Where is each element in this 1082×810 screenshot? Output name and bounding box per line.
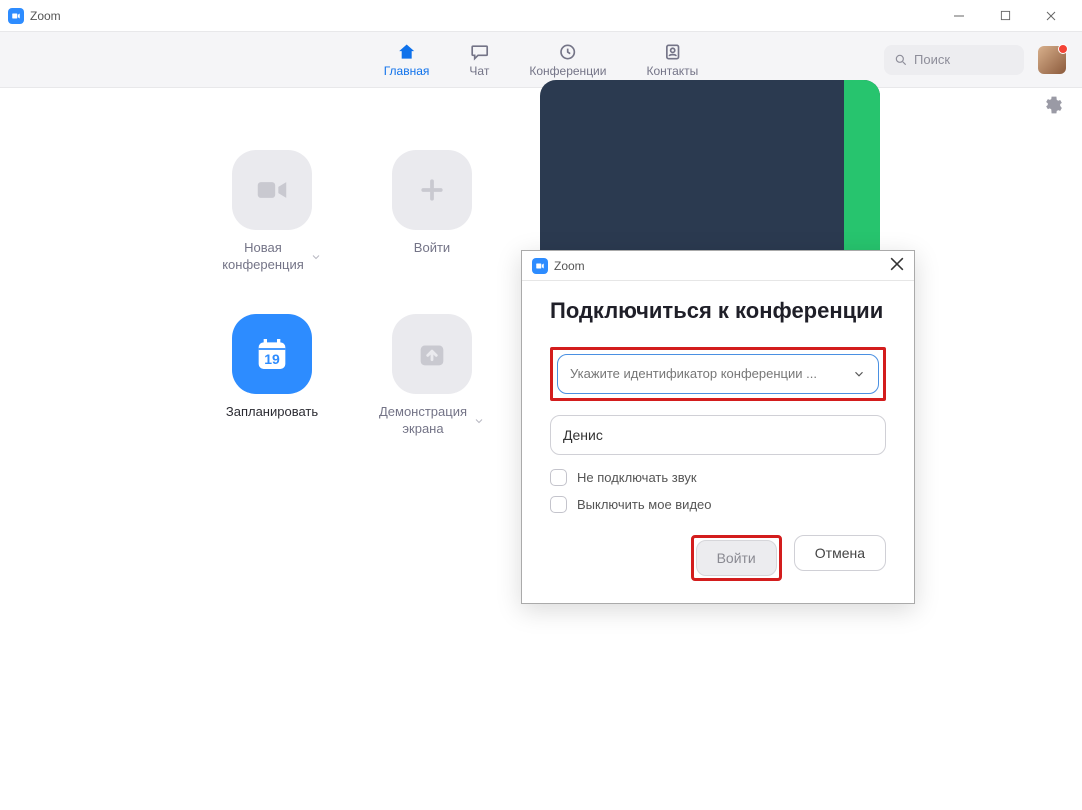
nav-chat-label: Чат — [469, 64, 489, 78]
search-placeholder: Поиск — [914, 52, 950, 67]
avatar[interactable] — [1038, 46, 1066, 74]
window-controls — [936, 0, 1074, 32]
join-button-label: Войти — [717, 550, 756, 566]
close-button[interactable] — [1028, 0, 1074, 32]
tile-new-meeting-label: Новая конференция — [222, 240, 304, 274]
dialog-title: Zoom — [554, 259, 585, 273]
meeting-id-highlight: Укажите идентификатор конференции ... — [550, 347, 886, 401]
audio-checkbox-row[interactable]: Не подключать звук — [550, 469, 886, 486]
join-dialog: Zoom Подключиться к конференции Укажите … — [521, 250, 915, 604]
share-icon — [392, 314, 472, 394]
checkbox-icon — [550, 469, 567, 486]
calendar-day: 19 — [264, 351, 280, 367]
tile-join[interactable]: Войти — [352, 150, 512, 274]
video-checkbox-row[interactable]: Выключить мое видео — [550, 496, 886, 513]
video-checkbox-label: Выключить мое видео — [577, 497, 712, 512]
nav-chat[interactable]: Чат — [469, 42, 489, 78]
clock-icon — [558, 42, 578, 62]
titlebar-left: Zoom — [8, 8, 61, 24]
name-field-wrap — [550, 415, 886, 455]
nav-home[interactable]: Главная — [384, 42, 430, 78]
dialog-close-button[interactable] — [890, 257, 904, 274]
nav-contacts-label: Контакты — [646, 64, 698, 78]
action-tiles: Новая конференция Войти 19 Запланировать… — [192, 150, 512, 438]
close-icon — [890, 257, 904, 271]
name-input[interactable] — [550, 415, 886, 455]
top-nav: Главная Чат Конференции Контакты Поиск — [0, 32, 1082, 88]
gear-icon[interactable] — [1044, 95, 1064, 115]
tile-schedule-label: Запланировать — [226, 404, 318, 421]
zoom-logo-icon — [8, 8, 24, 24]
nav-contacts[interactable]: Контакты — [646, 42, 698, 78]
tile-join-label: Войти — [414, 240, 450, 257]
dialog-body: Подключиться к конференции Укажите идент… — [522, 281, 914, 603]
meeting-id-combo[interactable]: Укажите идентификатор конференции ... — [557, 354, 879, 394]
cancel-button[interactable]: Отмена — [794, 535, 886, 571]
chevron-down-icon[interactable] — [310, 251, 322, 263]
chat-icon — [469, 42, 489, 62]
tile-schedule[interactable]: 19 Запланировать — [192, 314, 352, 438]
dialog-actions: Войти Отмена — [550, 535, 886, 581]
video-icon — [232, 150, 312, 230]
join-button[interactable]: Войти — [696, 540, 777, 576]
maximize-button[interactable] — [982, 0, 1028, 32]
cancel-button-label: Отмена — [815, 545, 865, 561]
audio-checkbox-label: Не подключать звук — [577, 470, 697, 485]
minimize-button[interactable] — [936, 0, 982, 32]
titlebar: Zoom — [0, 0, 1082, 32]
home-icon — [397, 42, 417, 62]
plus-icon — [392, 150, 472, 230]
nav-tabs: Главная Чат Конференции Контакты — [384, 42, 699, 78]
search-icon — [894, 53, 908, 67]
chevron-down-icon — [852, 367, 866, 381]
dialog-heading: Подключиться к конференции — [550, 297, 886, 325]
tile-share-label: Демонстрация экрана — [379, 404, 467, 438]
contacts-icon — [662, 42, 682, 62]
calendar-icon: 19 — [232, 314, 312, 394]
nav-right: Поиск — [884, 45, 1066, 75]
tile-share-screen[interactable]: Демонстрация экрана — [352, 314, 512, 438]
zoom-logo-icon — [532, 258, 548, 274]
nav-meetings[interactable]: Конференции — [529, 42, 606, 78]
window-title: Zoom — [30, 9, 61, 23]
meeting-id-placeholder: Укажите идентификатор конференции ... — [570, 366, 817, 381]
dialog-titlebar: Zoom — [522, 251, 914, 281]
search-input[interactable]: Поиск — [884, 45, 1024, 75]
tile-new-meeting[interactable]: Новая конференция — [192, 150, 352, 274]
checkbox-icon — [550, 496, 567, 513]
nav-home-label: Главная — [384, 64, 430, 78]
nav-meetings-label: Конференции — [529, 64, 606, 78]
chevron-down-icon[interactable] — [473, 415, 485, 427]
join-button-highlight: Войти — [691, 535, 782, 581]
